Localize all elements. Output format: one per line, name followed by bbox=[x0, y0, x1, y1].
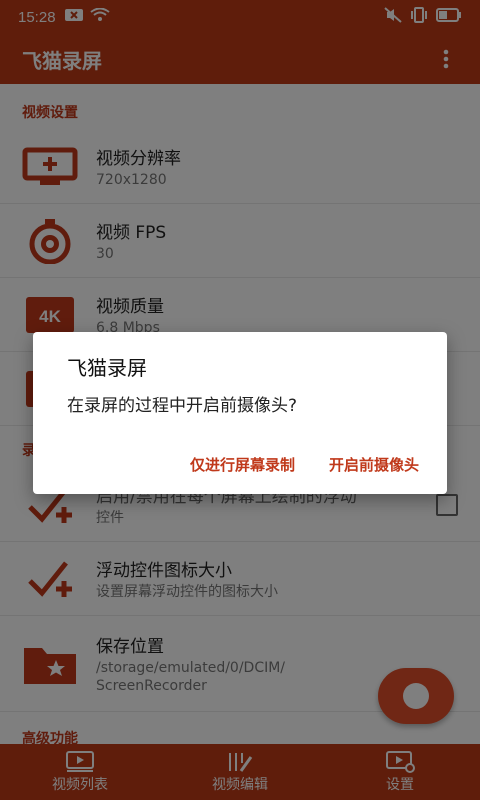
dialog-title: 飞猫录屏 bbox=[67, 356, 147, 380]
screen-only-button[interactable]: 仅进行屏幕录制 bbox=[190, 454, 295, 475]
front-camera-dialog: 飞猫录屏 在录屏的过程中开启前摄像头? 仅进行屏幕录制 开启前摄像头 bbox=[33, 332, 447, 494]
dialog-actions: 仅进行屏幕录制 开启前摄像头 bbox=[190, 454, 419, 475]
enable-front-camera-button[interactable]: 开启前摄像头 bbox=[329, 454, 419, 475]
dialog-message: 在录屏的过程中开启前摄像头? bbox=[67, 396, 298, 416]
